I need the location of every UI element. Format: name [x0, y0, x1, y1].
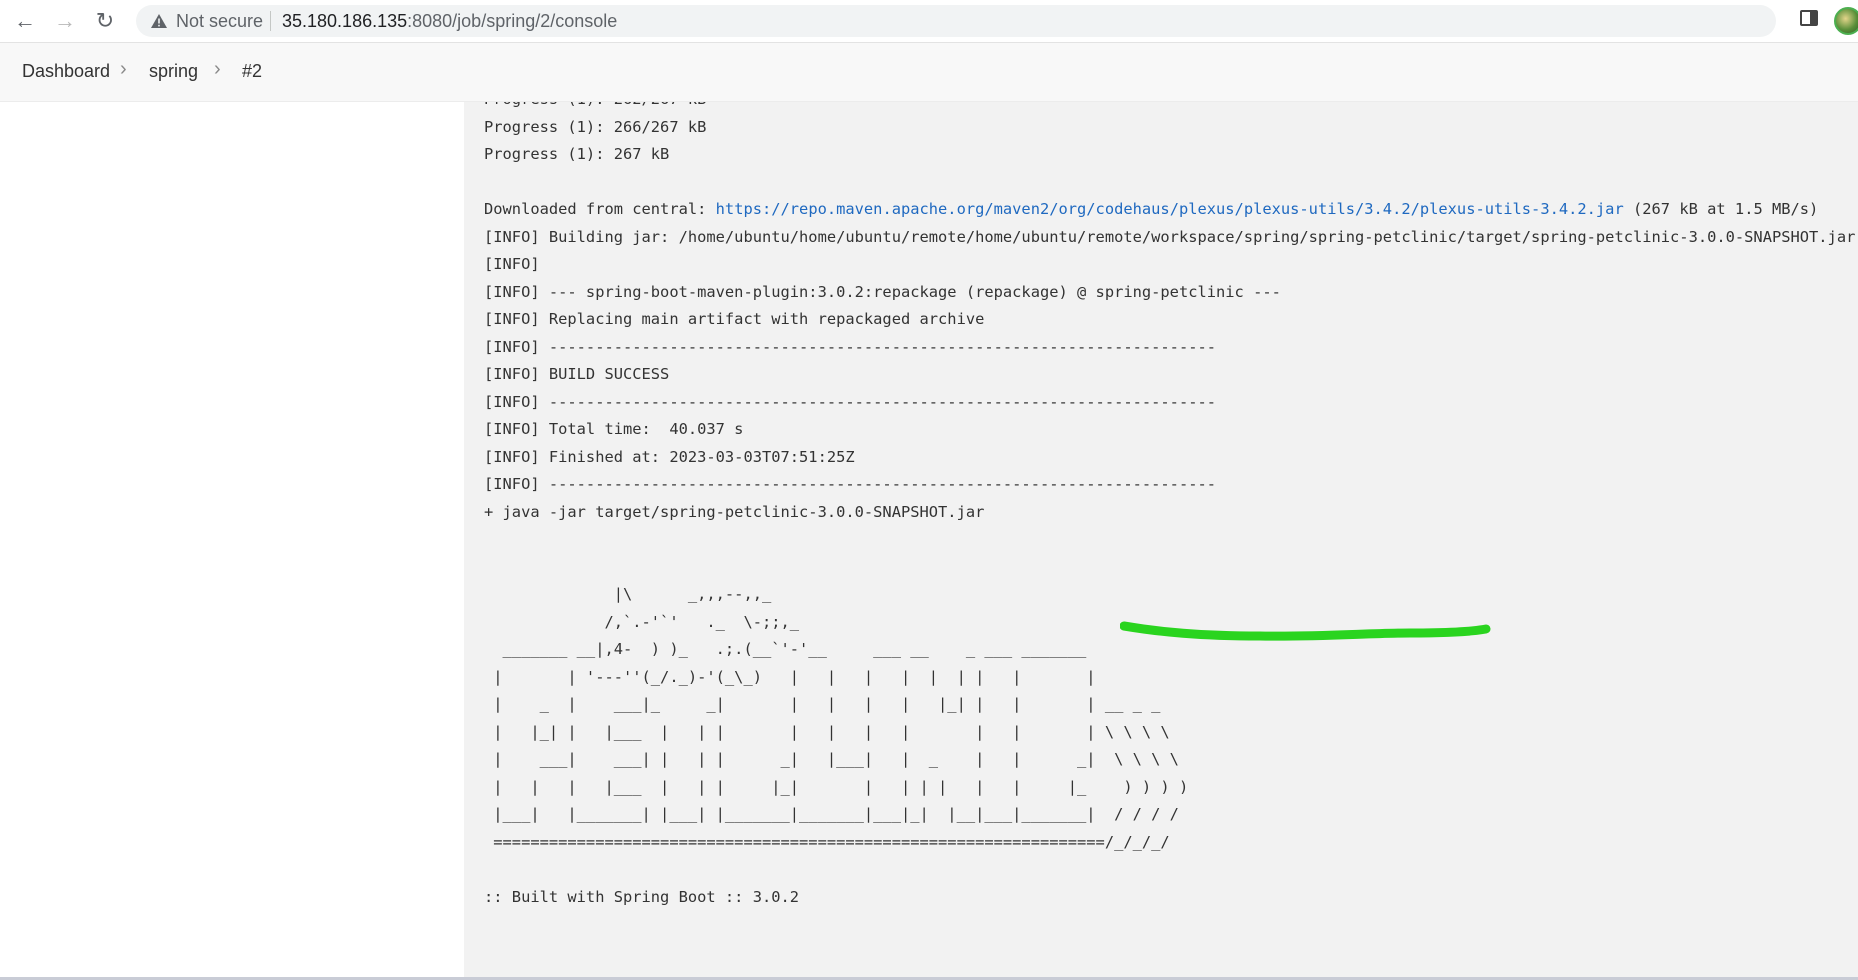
forward-icon[interactable]: → [50, 6, 80, 36]
console-line: [INFO] ---------------------------------… [484, 392, 1217, 411]
console-lines: Progress (1): 262/267 kB Progress (1): 26… [484, 102, 1858, 911]
console-line: | | '---''(_/._)-'(_\_) | | | | | | | | … [484, 667, 1096, 686]
console-line: [INFO] ---------------------------------… [484, 337, 1217, 356]
console-line: Progress (1): 262/267 kB [484, 102, 1858, 114]
console-line: ========================================… [484, 832, 1170, 851]
chevron-right-icon: › [214, 58, 221, 80]
console-line: Progress (1): 266/267 kB [484, 117, 707, 136]
console-line: | | | |___ | | | |_| | | | | | | |_ ) ) … [484, 777, 1189, 796]
console-line: Downloaded from central: https://repo.ma… [484, 196, 1858, 224]
browser-toolbar: ← → ↻ Not secure 35.180.186.135:8080/job… [0, 0, 1858, 43]
sidebar [0, 102, 464, 980]
breadcrumb-spring[interactable]: spring [149, 61, 198, 82]
chevron-right-icon: › [120, 58, 127, 80]
breadcrumb: Dashboard › spring › #2 [0, 43, 1858, 102]
url-text[interactable]: 35.180.186.135:8080/job/spring/2/console [282, 11, 617, 32]
console-line: | ___| ___| | | | _| |___| | _ | | _| \ … [484, 750, 1179, 768]
side-panel-icon[interactable] [1800, 10, 1818, 26]
console-line: [INFO] [484, 255, 540, 273]
console-line: [INFO] --- spring-boot-maven-plugin:3.0.… [484, 282, 1281, 301]
console-line: [INFO] BUILD SUCCESS [484, 365, 670, 383]
console-output: Progress (1): 262/267 kB Progress (1): 26… [464, 102, 1858, 977]
avatar[interactable] [1834, 7, 1858, 35]
breadcrumb-build-number[interactable]: #2 [242, 61, 262, 82]
console-line: /,`.-'`' ._ \-;;,_ [484, 612, 800, 631]
console-line: [INFO] Total time: 40.037 s [484, 420, 744, 438]
console-line: [INFO] Finished at: 2023-03-03T07:51:25Z [484, 447, 855, 466]
url-host: 35.180.186.135 [282, 11, 408, 31]
console-line: :: Built with Spring Boot :: 3.0.2 [484, 887, 800, 906]
console-line: |\ _,,,--,,_ [484, 585, 772, 603]
console-line: Progress (1): 267 kB [484, 145, 670, 163]
console-line: + java -jar target/spring-petclinic-3.0.… [484, 502, 985, 521]
address-bar[interactable]: Not secure 35.180.186.135:8080/job/sprin… [136, 5, 1858, 37]
breadcrumb-dashboard[interactable]: Dashboard [22, 61, 110, 82]
url-path: :8080/job/spring/2/console [407, 11, 618, 31]
console-line: [INFO] Replacing main artifact with repa… [484, 310, 985, 328]
console-line: | |_| | |___ | | | | | | | | | | \ \ \ \ [484, 722, 1170, 741]
console-line: |___| |_______| |___| |_______|_______|_… [484, 805, 1179, 823]
reload-icon[interactable]: ↻ [90, 6, 120, 36]
omnibox-divider [270, 11, 271, 31]
back-icon[interactable]: ← [10, 6, 40, 36]
console-line: | _ | ___|_ _| | | | | |_| | | | __ _ _ [484, 695, 1161, 713]
security-label[interactable]: Not secure [176, 11, 263, 32]
console-line: [INFO] Building jar: /home/ubuntu/home/u… [484, 227, 1856, 246]
console-line: [INFO] ---------------------------------… [484, 475, 1217, 493]
warning-icon[interactable] [150, 13, 168, 29]
console-line-prefix: Downloaded from central: [484, 200, 716, 218]
console-line: _______ __|,4- ) )_ .;.(__`'-'__ ___ __ … [484, 640, 1087, 658]
artifact-link[interactable]: https://repo.maven.apache.org/maven2/org… [716, 200, 1624, 218]
console-line-suffix: (267 kB at 1.5 MB/s) [1623, 200, 1819, 218]
